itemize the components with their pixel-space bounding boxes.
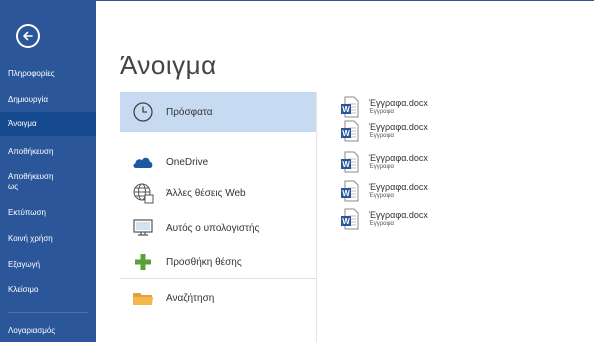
file-name: Έγγραφα.docx bbox=[369, 122, 428, 132]
back-arrow-icon bbox=[23, 31, 33, 41]
sidebar-item-label: Κλείσιμο bbox=[8, 285, 39, 294]
file-name: Έγγραφα.docx bbox=[369, 182, 428, 192]
recent-file-item[interactable]: W Έγγραφα.docx Έγγραφα bbox=[341, 178, 428, 204]
sidebar-item-label: Πληροφορίες bbox=[8, 69, 55, 78]
sidebar-item-label: Δημιουργία bbox=[8, 95, 48, 104]
location-browse[interactable]: Αναζήτηση bbox=[120, 278, 316, 318]
file-name: Έγγραφα.docx bbox=[369, 153, 428, 163]
sidebar-item-label: Αποθήκευση bbox=[8, 147, 54, 156]
sidebar-item-label: Εκτύπωση bbox=[8, 208, 46, 217]
sidebar-item-label: Αποθήκευση ως bbox=[8, 172, 54, 191]
sidebar-item-open[interactable]: Άνοιγμα bbox=[0, 112, 96, 136]
globe-icon bbox=[130, 180, 156, 206]
backstage-sidebar: Πληροφορίες Δημιουργία Άνοιγμα Αποθήκευσ… bbox=[0, 0, 96, 342]
svg-text:W: W bbox=[342, 129, 350, 138]
svg-text:W: W bbox=[342, 189, 350, 198]
page-title: Άνοιγμα bbox=[120, 50, 217, 80]
file-name: Έγγραφα.docx bbox=[369, 210, 428, 220]
file-path: Έγγραφα bbox=[369, 133, 394, 139]
file-path: Έγγραφα bbox=[369, 221, 394, 227]
file-path: Έγγραφα bbox=[369, 164, 394, 170]
recent-file-item[interactable]: W Έγγραφα.docx Έγγραφα bbox=[341, 149, 428, 175]
sidebar-item-export[interactable]: Εξαγωγή bbox=[0, 260, 96, 270]
location-label: OneDrive bbox=[166, 156, 209, 168]
location-label: Αυτός ο υπολογιστής bbox=[166, 222, 260, 234]
sidebar-item-print[interactable]: Εκτύπωση bbox=[0, 208, 96, 218]
sidebar-item-new[interactable]: Δημιουργία bbox=[0, 95, 96, 105]
word-document-icon: W bbox=[341, 96, 359, 118]
svg-text:W: W bbox=[342, 217, 350, 226]
svg-text:W: W bbox=[342, 160, 350, 169]
location-label: Προσθήκη θέσης bbox=[166, 256, 242, 268]
sidebar-item-save[interactable]: Αποθήκευση bbox=[0, 147, 96, 157]
location-label: Πρόσφατα bbox=[166, 106, 213, 118]
sidebar-item-save-as[interactable]: Αποθήκευση ως bbox=[0, 172, 60, 192]
word-document-icon: W bbox=[341, 208, 359, 230]
sidebar-item-label: Λογαριασμός bbox=[8, 326, 56, 335]
recent-file-item[interactable]: W Έγγραφα.docx Έγγραφα bbox=[341, 94, 428, 120]
word-document-icon: W bbox=[341, 151, 359, 173]
panel-divider bbox=[316, 92, 317, 342]
location-label: Αναζήτηση bbox=[166, 292, 215, 304]
sidebar-item-info[interactable]: Πληροφορίες bbox=[0, 69, 96, 79]
sidebar-item-share[interactable]: Κοινή χρήση bbox=[0, 234, 96, 244]
cloud-icon bbox=[130, 149, 156, 175]
recent-file-item[interactable]: W Έγγραφα.docx Έγγραφα bbox=[341, 118, 428, 144]
sidebar-item-close[interactable]: Κλείσιμο bbox=[0, 285, 96, 295]
file-name: Έγγραφα.docx bbox=[369, 98, 428, 108]
location-other-web[interactable]: Άλλες θέσεις Web bbox=[120, 173, 316, 213]
sidebar-item-account[interactable]: Λογαριασμός bbox=[0, 326, 96, 336]
computer-icon bbox=[130, 215, 156, 241]
open-panel: Άνοιγμα Πρόσφατα OneDrive Άλλες θέσεις W… bbox=[96, 0, 594, 342]
svg-text:W: W bbox=[342, 105, 350, 114]
location-recent[interactable]: Πρόσφατα bbox=[120, 92, 316, 132]
word-document-icon: W bbox=[341, 180, 359, 202]
location-add-place[interactable]: Προσθήκη θέσης bbox=[120, 242, 316, 282]
folder-icon bbox=[130, 285, 156, 311]
plus-icon bbox=[130, 249, 156, 275]
clock-icon bbox=[130, 99, 156, 125]
file-path: Έγγραφα bbox=[369, 109, 394, 115]
sidebar-item-label: Εξαγωγή bbox=[8, 260, 41, 269]
sidebar-item-label: Κοινή χρήση bbox=[8, 234, 53, 243]
back-button[interactable] bbox=[16, 24, 40, 48]
sidebar-item-label: Άνοιγμα bbox=[8, 119, 37, 128]
word-document-icon: W bbox=[341, 120, 359, 142]
sidebar-divider bbox=[8, 312, 88, 313]
location-label: Άλλες θέσεις Web bbox=[166, 187, 246, 199]
file-path: Έγγραφα bbox=[369, 193, 394, 199]
recent-file-item[interactable]: W Έγγραφα.docx Έγγραφα bbox=[341, 206, 428, 232]
